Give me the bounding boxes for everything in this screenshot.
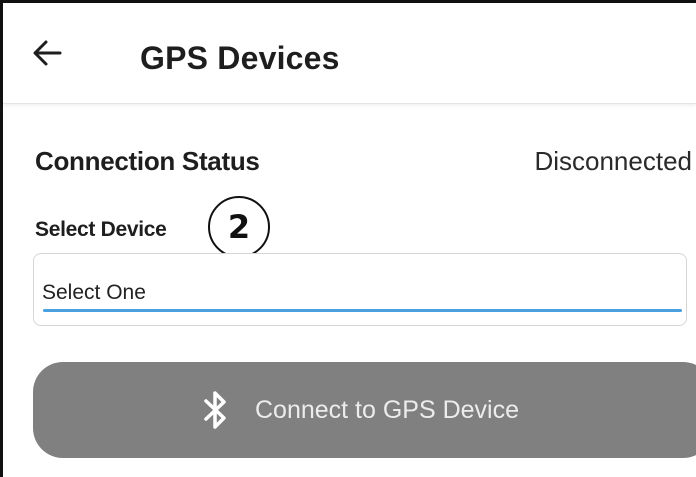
bluetooth-icon [203, 390, 229, 430]
select-focus-underline [43, 309, 682, 312]
connection-status-label: Connection Status [35, 146, 260, 176]
page-title: GPS Devices [140, 40, 340, 76]
device-select-value: Select One [42, 281, 146, 304]
step-number-badge: 2 [208, 196, 270, 258]
connect-gps-device-button[interactable]: Connect to GPS Device [33, 362, 696, 458]
connect-button-label: Connect to GPS Device [254, 396, 519, 424]
select-device-label: Select Device [35, 218, 167, 241]
connection-status-row: Connection Status Disconnected [35, 143, 696, 183]
arrow-left-icon [33, 40, 62, 66]
connection-status-value: Disconnected [534, 146, 692, 176]
device-select-dropdown[interactable]: Select One [33, 253, 687, 326]
app-bar: GPS Devices [3, 3, 696, 104]
back-button[interactable] [25, 31, 69, 75]
